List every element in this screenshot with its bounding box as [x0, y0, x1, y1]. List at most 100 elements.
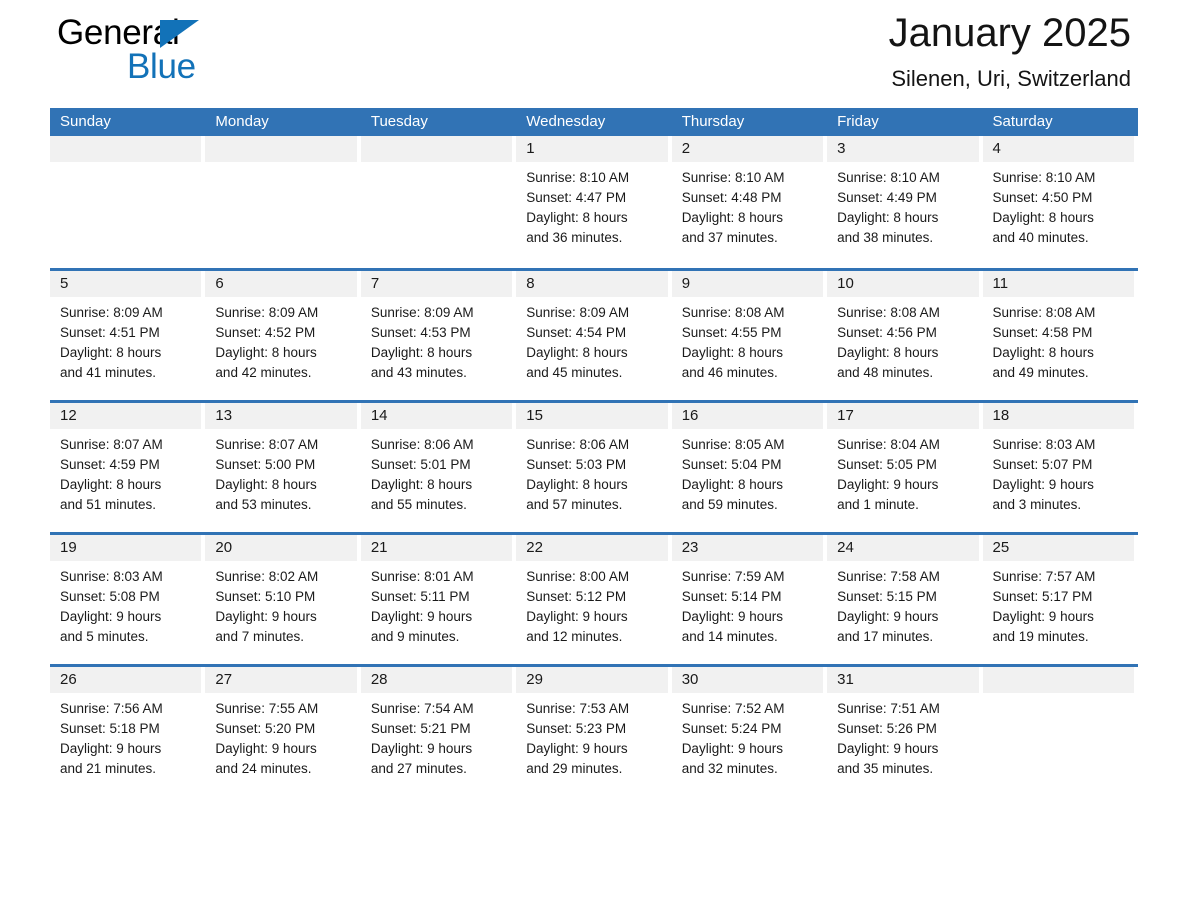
daylight-duration-line1: Daylight: 8 hours	[526, 345, 628, 360]
calendar-day-cell[interactable]: 27 Sunrise: 7:55 AM Sunset: 5:20 PM Dayligh…	[205, 667, 360, 796]
sunrise-time: Sunrise: 7:54 AM	[370, 701, 474, 716]
daylight-duration-line2: and 43 minutes.	[370, 365, 467, 380]
day-number: 11	[982, 271, 1134, 297]
day-number	[50, 136, 202, 162]
calendar-day-cell[interactable]: 15 Sunrise: 8:06 AM Sunset: 5:03 PM Dayligh…	[516, 403, 671, 532]
daylight-duration-line2: and 32 minutes.	[681, 761, 778, 776]
calendar-day-cell[interactable]: 3 Sunrise: 8:10 AM Sunset: 4:49 PM Daylight…	[827, 136, 982, 268]
daylight-duration-line1: Daylight: 9 hours	[681, 609, 783, 624]
calendar-day-cell[interactable]: 22 Sunrise: 8:00 AM Sunset: 5:12 PM Dayligh…	[516, 535, 671, 664]
sunrise-time: Sunrise: 7:55 AM	[215, 701, 319, 716]
weekday-header-friday: Friday	[837, 113, 879, 130]
calendar-day-cell[interactable]: 23 Sunrise: 7:59 AM Sunset: 5:14 PM Dayligh…	[671, 535, 827, 664]
day-number: 1	[516, 136, 668, 162]
calendar-day-cell[interactable]: 1 Sunrise: 8:10 AM Sunset: 4:47 PM Daylight…	[516, 136, 671, 268]
daylight-duration-line1: Daylight: 8 hours	[526, 210, 628, 225]
sunrise-time: Sunrise: 8:03 AM	[992, 437, 1096, 452]
calendar-day-cell[interactable]: 30 Sunrise: 7:52 AM Sunset: 5:24 PM Dayligh…	[671, 667, 827, 796]
day-number: 13	[205, 403, 357, 429]
sunrise-time: Sunrise: 8:07 AM	[60, 437, 163, 452]
sunset-time: Sunset: 5:23 PM	[526, 721, 627, 736]
sunset-time: Sunset: 5:04 PM	[681, 457, 782, 472]
calendar-day-cell[interactable]: 19 Sunrise: 8:03 AM Sunset: 5:08 PM Dayligh…	[50, 535, 205, 664]
calendar-day-cell[interactable]: 26 Sunrise: 7:56 AM Sunset: 5:18 PM Dayligh…	[50, 667, 205, 796]
daylight-duration-line1: Daylight: 8 hours	[681, 210, 783, 225]
calendar-day-cell[interactable]: 10 Sunrise: 8:08 AM Sunset: 4:56 PM Dayligh…	[827, 271, 982, 400]
calendar-day-cell[interactable]: 29 Sunrise: 7:53 AM Sunset: 5:23 PM Dayligh…	[516, 667, 671, 796]
day-number: 21	[360, 535, 513, 561]
daylight-duration-line1: Daylight: 9 hours	[837, 741, 939, 756]
calendar-day-cell[interactable]: 7 Sunrise: 8:09 AM Sunset: 4:53 PM Daylight…	[360, 271, 516, 400]
day-number: 18	[982, 403, 1134, 429]
calendar-day-cell[interactable]: 31 Sunrise: 7:51 AM Sunset: 5:26 PM Dayligh…	[827, 667, 982, 796]
daylight-duration-line2: and 9 minutes.	[370, 629, 460, 644]
calendar-week-row: 12 Sunrise: 8:07 AM Sunset: 4:59 PM Dayligh…	[50, 400, 1138, 532]
day-details: Sunrise: 8:00 AM Sunset: 5:12 PM Daylight:…	[516, 561, 667, 647]
sunset-time: Sunset: 5:11 PM	[370, 589, 470, 604]
sunrise-time: Sunrise: 8:10 AM	[992, 170, 1096, 185]
sunrise-time: Sunrise: 8:10 AM	[681, 170, 785, 185]
masthead: General Blue January 2025 Silenen, Uri, …	[50, 0, 1138, 108]
calendar-day-cell[interactable]: 25 Sunrise: 7:57 AM Sunset: 5:17 PM Dayligh…	[982, 535, 1138, 664]
calendar-day-cell[interactable]: 4 Sunrise: 8:10 AM Sunset: 4:50 PM Daylight…	[982, 136, 1138, 268]
sunset-time: Sunset: 5:08 PM	[60, 589, 160, 604]
sunset-time: Sunset: 4:52 PM	[215, 325, 316, 340]
generalblue-logo[interactable]: General Blue	[57, 14, 317, 94]
calendar-day-cell[interactable]: 8 Sunrise: 8:09 AM Sunset: 4:54 PM Daylight…	[516, 271, 671, 400]
page-title: January 2025	[888, 11, 1131, 55]
calendar-day-cell[interactable]: 16 Sunrise: 8:05 AM Sunset: 5:04 PM Dayligh…	[671, 403, 827, 532]
day-details: Sunrise: 8:08 AM Sunset: 4:56 PM Daylight:…	[827, 297, 978, 383]
calendar-day-cell[interactable]: 28 Sunrise: 7:54 AM Sunset: 5:21 PM Dayligh…	[360, 667, 516, 796]
day-details: Sunrise: 8:06 AM Sunset: 5:01 PM Daylight:…	[361, 429, 512, 515]
day-number: 2	[671, 136, 824, 162]
day-details: Sunrise: 8:09 AM Sunset: 4:53 PM Daylight:…	[361, 297, 512, 383]
daylight-duration-line2: and 48 minutes.	[837, 365, 934, 380]
calendar-day-cell[interactable]: 6 Sunrise: 8:09 AM Sunset: 4:52 PM Daylight…	[205, 271, 360, 400]
calendar-day-cell[interactable]: 12 Sunrise: 8:07 AM Sunset: 4:59 PM Dayligh…	[50, 403, 205, 532]
daylight-duration-line2: and 36 minutes.	[526, 230, 623, 245]
day-number: 7	[360, 271, 513, 297]
calendar-day-cell[interactable]: 11 Sunrise: 8:08 AM Sunset: 4:58 PM Dayligh…	[982, 271, 1138, 400]
daylight-duration-line1: Daylight: 9 hours	[681, 741, 783, 756]
daylight-duration-line1: Daylight: 8 hours	[837, 210, 939, 225]
daylight-duration-line1: Daylight: 9 hours	[370, 741, 473, 756]
sunset-time: Sunset: 5:10 PM	[215, 589, 316, 604]
sunset-time: Sunset: 5:26 PM	[837, 721, 937, 736]
calendar-day-cell[interactable]: 18 Sunrise: 8:03 AM Sunset: 5:07 PM Dayligh…	[982, 403, 1138, 532]
day-number: 14	[360, 403, 513, 429]
day-number: 15	[516, 403, 668, 429]
sunrise-time: Sunrise: 8:06 AM	[370, 437, 474, 452]
daylight-duration-line1: Daylight: 9 hours	[526, 609, 628, 624]
daylight-duration-line2: and 57 minutes.	[526, 497, 623, 512]
daylight-duration-line1: Daylight: 8 hours	[215, 345, 317, 360]
logo-text-general: General	[57, 14, 317, 52]
calendar-day-cell[interactable]: 20 Sunrise: 8:02 AM Sunset: 5:10 PM Dayligh…	[205, 535, 360, 664]
calendar-day-cell[interactable]: 5 Sunrise: 8:09 AM Sunset: 4:51 PM Daylight…	[50, 271, 205, 400]
triangle-flag-icon	[160, 20, 199, 48]
day-number: 23	[671, 535, 824, 561]
calendar-day-cell[interactable]: 14 Sunrise: 8:06 AM Sunset: 5:01 PM Dayligh…	[360, 403, 516, 532]
sunset-time: Sunset: 4:48 PM	[681, 190, 782, 205]
weekday-header-saturday: Saturday	[992, 113, 1053, 130]
sunset-time: Sunset: 5:12 PM	[526, 589, 627, 604]
calendar-day-cell[interactable]: 9 Sunrise: 8:08 AM Sunset: 4:55 PM Daylight…	[671, 271, 827, 400]
daylight-duration-line2: and 40 minutes.	[992, 230, 1089, 245]
sunrise-time: Sunrise: 8:08 AM	[681, 305, 785, 320]
day-number	[982, 667, 1134, 693]
sunrise-time: Sunrise: 8:09 AM	[526, 305, 630, 320]
calendar-day-cell[interactable]: 13 Sunrise: 8:07 AM Sunset: 5:00 PM Dayligh…	[205, 403, 360, 532]
day-number: 26	[50, 667, 202, 693]
sunset-time: Sunset: 4:53 PM	[370, 325, 471, 340]
calendar-day-cell[interactable]: 17 Sunrise: 8:04 AM Sunset: 5:05 PM Dayligh…	[827, 403, 982, 532]
daylight-duration-line2: and 53 minutes.	[215, 497, 312, 512]
daylight-duration-line1: Daylight: 8 hours	[992, 210, 1094, 225]
day-number: 4	[982, 136, 1134, 162]
day-details: Sunrise: 8:08 AM Sunset: 4:58 PM Daylight:…	[983, 297, 1134, 383]
calendar-day-cell[interactable]: 21 Sunrise: 8:01 AM Sunset: 5:11 PM Dayligh…	[360, 535, 516, 664]
daylight-duration-line2: and 55 minutes.	[370, 497, 467, 512]
calendar-day-cell[interactable]: 2 Sunrise: 8:10 AM Sunset: 4:48 PM Daylight…	[671, 136, 827, 268]
sunset-time: Sunset: 5:07 PM	[992, 457, 1093, 472]
calendar-day-cell[interactable]: 24 Sunrise: 7:58 AM Sunset: 5:15 PM Dayligh…	[827, 535, 982, 664]
daylight-duration-line2: and 29 minutes.	[526, 761, 623, 776]
day-number: 25	[982, 535, 1134, 561]
